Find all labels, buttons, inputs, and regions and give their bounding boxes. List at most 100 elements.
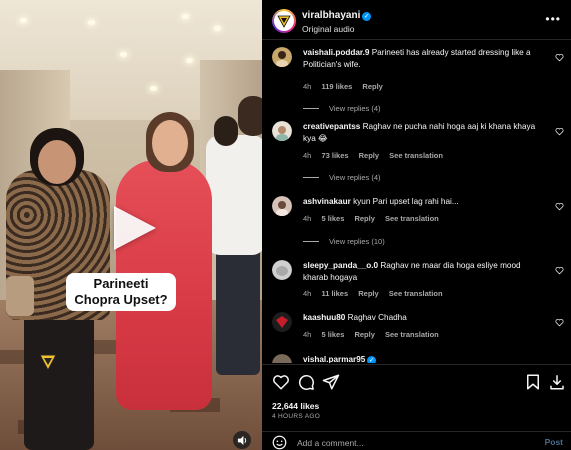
avatar[interactable] [272, 196, 292, 216]
avatar[interactable] [272, 121, 292, 141]
comment-time: 4h [303, 82, 312, 91]
reply-button[interactable]: Reply [354, 214, 374, 223]
comment-text: sleepy_panda__o.0 Raghav ne maar dia hog… [303, 260, 541, 284]
comment-input[interactable] [297, 435, 517, 450]
comment-username[interactable]: kaashuu80 [303, 313, 345, 322]
heart-icon[interactable] [555, 318, 564, 327]
avatar[interactable] [272, 9, 296, 33]
reply-button[interactable]: Reply [354, 330, 374, 339]
comment-text: ashvinakaur kyun Pari upset lag rahi hai… [303, 196, 541, 208]
add-comment-row: Post [262, 431, 571, 450]
post-actions: 22,644 likes 4 HOURS AGO Post [262, 364, 571, 450]
comment-likes[interactable]: 73 likes [321, 151, 348, 160]
ceiling-light [20, 18, 27, 23]
ceiling-light [214, 26, 221, 31]
person-center [152, 120, 188, 166]
view-replies-label[interactable]: View replies (4) [329, 173, 381, 182]
comment-username[interactable]: vaishali.poddar.9 [303, 48, 369, 57]
comment-text: vaishali.poddar.9 Parineeti has already … [303, 47, 541, 71]
reply-button[interactable]: Reply [362, 82, 382, 91]
view-replies-label[interactable]: View replies (10) [329, 237, 385, 246]
comment-text: kaashuu80 Raghav Chadha [303, 312, 541, 324]
comment-username[interactable]: creativepantss [303, 122, 360, 131]
comment-time: 4h [303, 214, 312, 223]
comment-icon[interactable] [297, 373, 315, 391]
mute-button[interactable] [233, 431, 251, 449]
person-left [38, 140, 76, 184]
comment-time: 4h [303, 151, 312, 160]
person-right [216, 245, 260, 375]
ceiling-light [120, 52, 127, 57]
username-text[interactable]: viralbhayani [302, 10, 360, 21]
see-translation-button[interactable]: See translation [389, 289, 443, 298]
post-panel: viralbhayani ✓ Original audio ••• vaishal… [262, 0, 571, 450]
view-replies-button[interactable]: View replies (10) [303, 237, 385, 246]
view-replies-button[interactable]: View replies (4) [303, 173, 381, 182]
person-right [206, 135, 262, 255]
save-icon[interactable] [524, 373, 542, 391]
username-link[interactable]: viralbhayani ✓ [302, 10, 372, 21]
handbag [6, 276, 34, 316]
comment-likes[interactable]: 5 likes [321, 330, 344, 339]
video-caption: Parineeti Chopra Upset? [66, 273, 176, 311]
reply-button[interactable]: Reply [359, 151, 379, 160]
more-options-icon[interactable]: ••• [545, 12, 561, 26]
brand-logo-icon [277, 15, 291, 28]
person-background [214, 116, 238, 146]
heart-icon[interactable] [555, 202, 564, 211]
comments-list[interactable]: vaishali.poddar.9 Parineeti has already … [262, 41, 571, 363]
comment-time: 4h [303, 330, 312, 339]
heart-icon[interactable] [555, 53, 564, 62]
comment-likes[interactable]: 119 likes [321, 82, 352, 91]
play-icon[interactable] [114, 206, 156, 250]
replies-divider [303, 177, 319, 178]
download-icon[interactable] [548, 373, 566, 391]
heart-icon[interactable] [555, 266, 564, 275]
avatar[interactable] [272, 260, 292, 280]
post-header: viralbhayani ✓ Original audio ••• [262, 0, 571, 40]
emoji-icon[interactable] [272, 435, 287, 450]
post-timestamp: 4 HOURS AGO [272, 413, 321, 420]
comment-body: Raghav Chadha [347, 313, 407, 322]
verified-badge-icon: ✓ [367, 356, 377, 363]
video-player[interactable]: Parineeti Chopra Upset? [0, 0, 262, 450]
comment-username[interactable]: ashvinakaur [303, 197, 351, 206]
speaker-icon [237, 435, 246, 445]
comment-username[interactable]: sleepy_panda__o.0 [303, 261, 378, 270]
see-translation-button[interactable]: See translation [389, 151, 443, 160]
comment-time: 4h [303, 289, 312, 298]
heart-icon[interactable] [272, 373, 290, 391]
comment-likes[interactable]: 11 likes [321, 289, 348, 298]
comment-likes[interactable]: 5 likes [321, 214, 344, 223]
comment-body: kyun Pari upset lag rahi hai... [353, 197, 459, 206]
comment-username[interactable]: vishal.parmar95 [303, 355, 365, 363]
avatar[interactable] [272, 47, 292, 67]
person-left [24, 310, 94, 450]
avatar[interactable] [272, 312, 292, 332]
view-replies-label[interactable]: View replies (4) [329, 104, 381, 113]
view-replies-button[interactable]: View replies (4) [303, 104, 381, 113]
see-translation-button[interactable]: See translation [385, 214, 439, 223]
ceiling-light [182, 14, 189, 19]
comment-meta: 4h 73 likes Reply See translation [303, 151, 451, 160]
avatar[interactable] [272, 354, 292, 363]
comment-text: creativepantss Raghav ne pucha nahi hoga… [303, 121, 541, 145]
post-button[interactable]: Post [545, 437, 563, 447]
comment-text: vishal.parmar95 ✓ [303, 354, 541, 363]
replies-divider [303, 108, 319, 109]
comment-meta: 4h 11 likes Reply See translation [303, 289, 451, 298]
share-icon[interactable] [322, 373, 340, 391]
verified-badge-icon: ✓ [362, 12, 372, 21]
heart-icon[interactable] [555, 127, 564, 136]
likes-count[interactable]: 22,644 likes [272, 401, 319, 411]
comment-meta: 4h 5 likes Reply See translation [303, 214, 447, 223]
person-right [238, 96, 262, 136]
watermark-logo-icon [38, 352, 58, 372]
replies-divider [303, 241, 319, 242]
reply-button[interactable]: Reply [358, 289, 378, 298]
ceiling-light [150, 86, 157, 91]
see-translation-button[interactable]: See translation [385, 330, 439, 339]
ceiling-light [186, 58, 193, 63]
audio-link[interactable]: Original audio [302, 24, 354, 34]
comment-meta: 4h 119 likes Reply [303, 82, 391, 91]
